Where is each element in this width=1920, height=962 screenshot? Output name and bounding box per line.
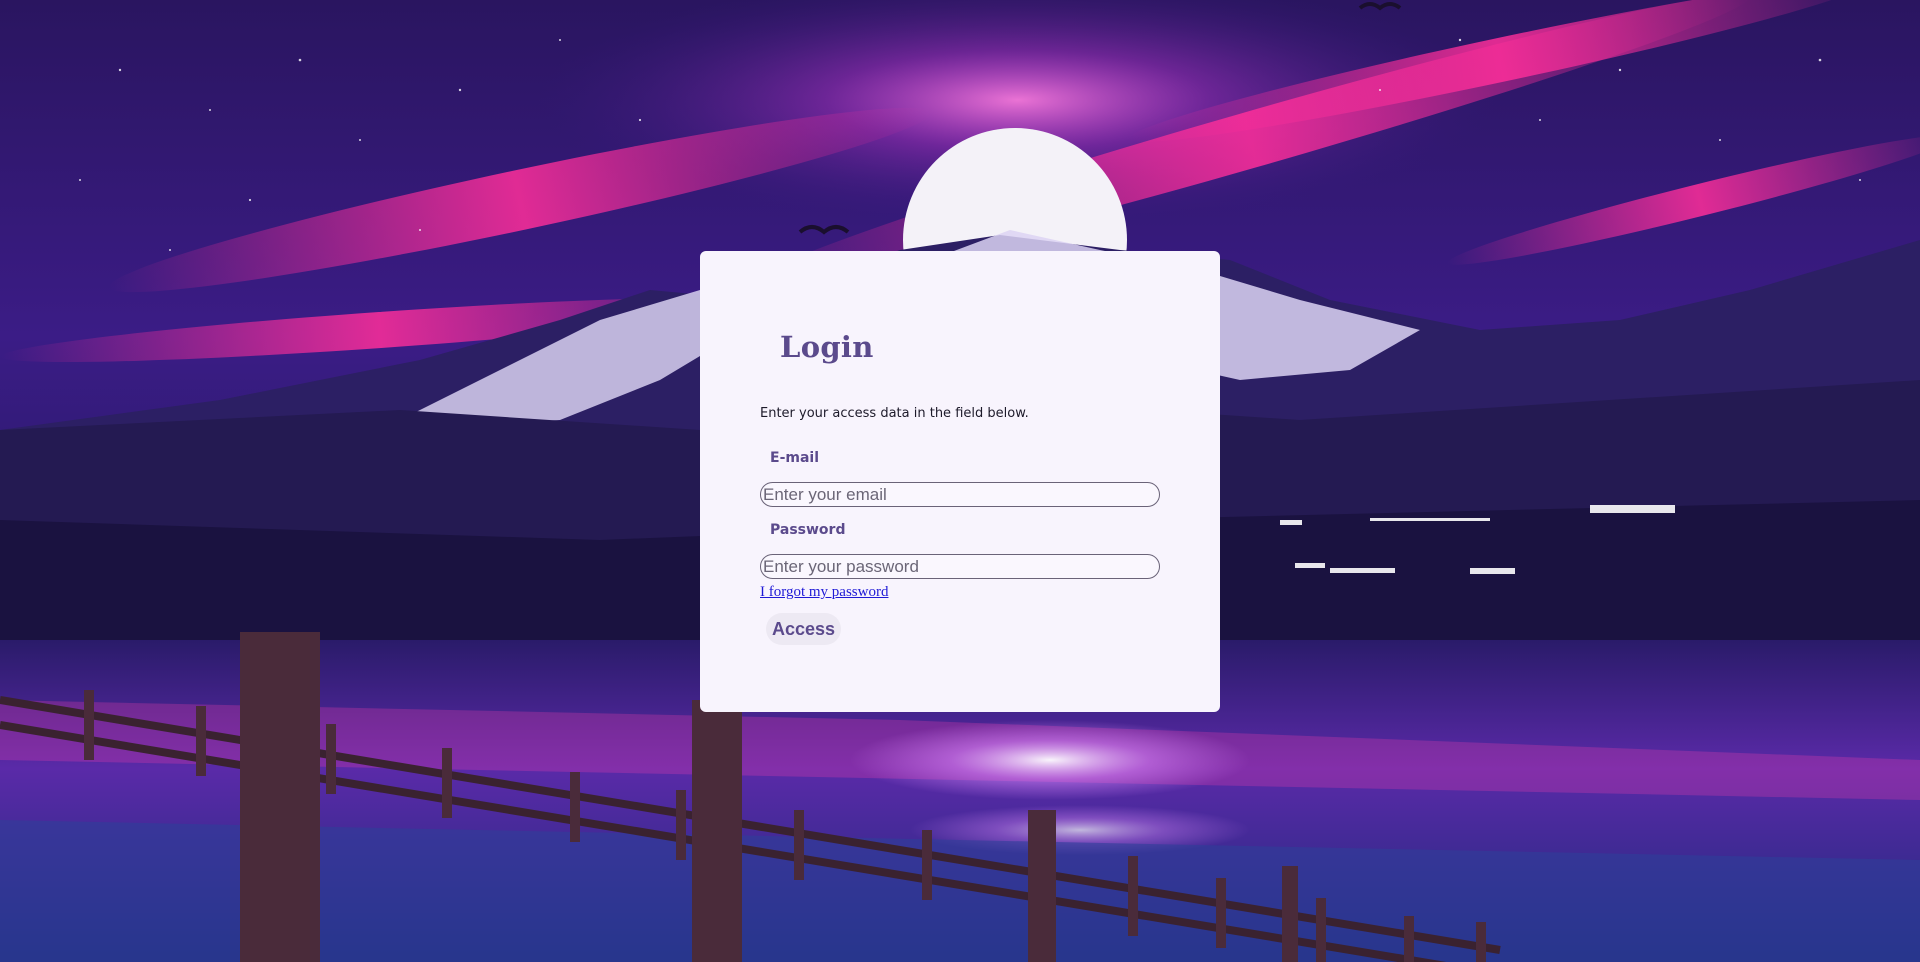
access-button[interactable]: Access	[766, 613, 842, 645]
email-input[interactable]	[760, 482, 1160, 507]
password-label: Password	[770, 522, 846, 538]
login-title: Login	[780, 330, 874, 364]
forgot-password-link[interactable]: I forgot my password	[760, 584, 888, 601]
login-instructions: Enter your access data in the field belo…	[760, 406, 1029, 421]
login-card: Login Enter your access data in the fiel…	[700, 251, 1220, 712]
password-input[interactable]	[760, 554, 1160, 579]
email-label: E-mail	[770, 450, 820, 466]
